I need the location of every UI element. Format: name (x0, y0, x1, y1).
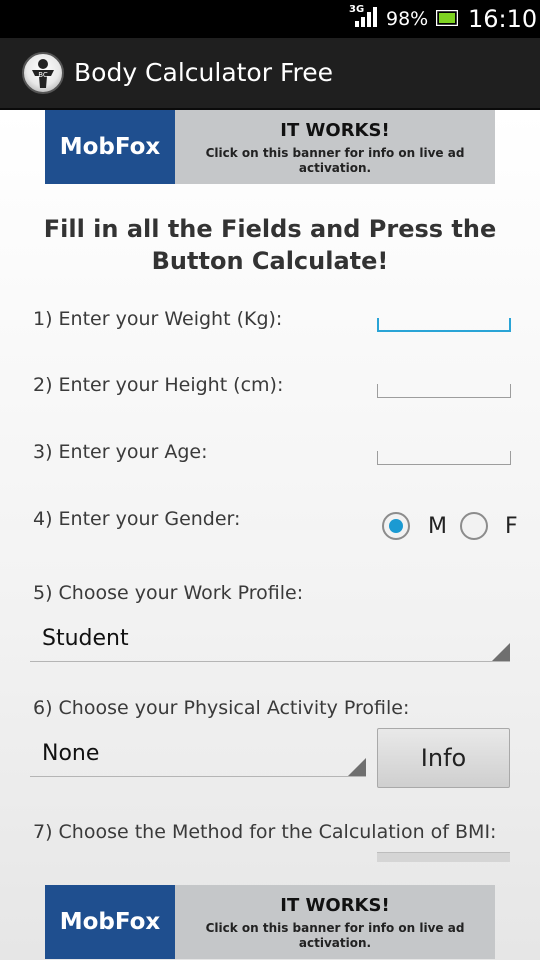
ad-brand-logo: MobFox (45, 110, 175, 184)
ad-brand-logo: MobFox (45, 885, 175, 959)
age-label: 3) Enter your Age: (33, 441, 208, 463)
gender-radio-male[interactable] (382, 512, 410, 540)
work-profile-label: 5) Choose your Work Profile: (33, 582, 304, 604)
ad-banner-top[interactable]: MobFox IT WORKS! Click on this banner fo… (45, 110, 495, 184)
height-input-field[interactable] (378, 367, 510, 397)
ad-banner-bottom[interactable]: MobFox IT WORKS! Click on this banner fo… (45, 885, 495, 959)
age-input[interactable] (377, 434, 511, 465)
ad-subtext: Click on this banner for info on live ad… (205, 921, 465, 950)
status-bar: 3G 98% 16:10 (0, 0, 540, 38)
gender-radio-female[interactable] (460, 512, 488, 540)
activity-value: None (42, 741, 100, 766)
bmi-method-label: 7) Choose the Method for the Calculation… (33, 821, 497, 843)
battery-percent: 98% (386, 8, 429, 30)
main-content[interactable]: MobFox IT WORKS! Click on this banner fo… (0, 110, 540, 960)
instructions-heading: Fill in all the Fields and Press the But… (43, 215, 497, 275)
battery-icon (436, 10, 458, 26)
gender-label: 4) Enter your Gender: (33, 508, 241, 530)
ad-headline: IT WORKS! (280, 895, 390, 916)
activity-spinner[interactable]: None (30, 737, 366, 777)
weight-input[interactable] (377, 300, 511, 332)
app-title: Body Calculator Free (74, 58, 334, 87)
bmi-method-spinner[interactable] (377, 852, 510, 862)
weight-label: 1) Enter your Weight (Kg): (33, 308, 283, 330)
work-profile-spinner[interactable]: Student (30, 622, 510, 662)
height-label: 2) Enter your Height (cm): (33, 374, 284, 396)
gender-female-label: F (505, 514, 518, 539)
ad-headline: IT WORKS! (280, 120, 390, 141)
height-input[interactable] (377, 367, 511, 398)
signal-icon (355, 7, 377, 27)
app-logo-icon[interactable]: BC (22, 52, 64, 94)
age-input-field[interactable] (378, 434, 510, 464)
work-profile-value: Student (42, 626, 129, 651)
clock: 16:10 (468, 5, 538, 33)
action-bar: BC Body Calculator Free (0, 38, 540, 110)
info-button[interactable]: Info (377, 728, 510, 788)
activity-label: 6) Choose your Physical Activity Profile… (33, 697, 410, 719)
ad-subtext: Click on this banner for info on live ad… (205, 146, 465, 175)
dropdown-arrow-icon (492, 643, 510, 661)
gender-male-label: M (428, 514, 447, 539)
weight-input-field[interactable] (379, 300, 509, 330)
dropdown-arrow-icon (348, 758, 366, 776)
svg-text:BC: BC (38, 71, 48, 79)
